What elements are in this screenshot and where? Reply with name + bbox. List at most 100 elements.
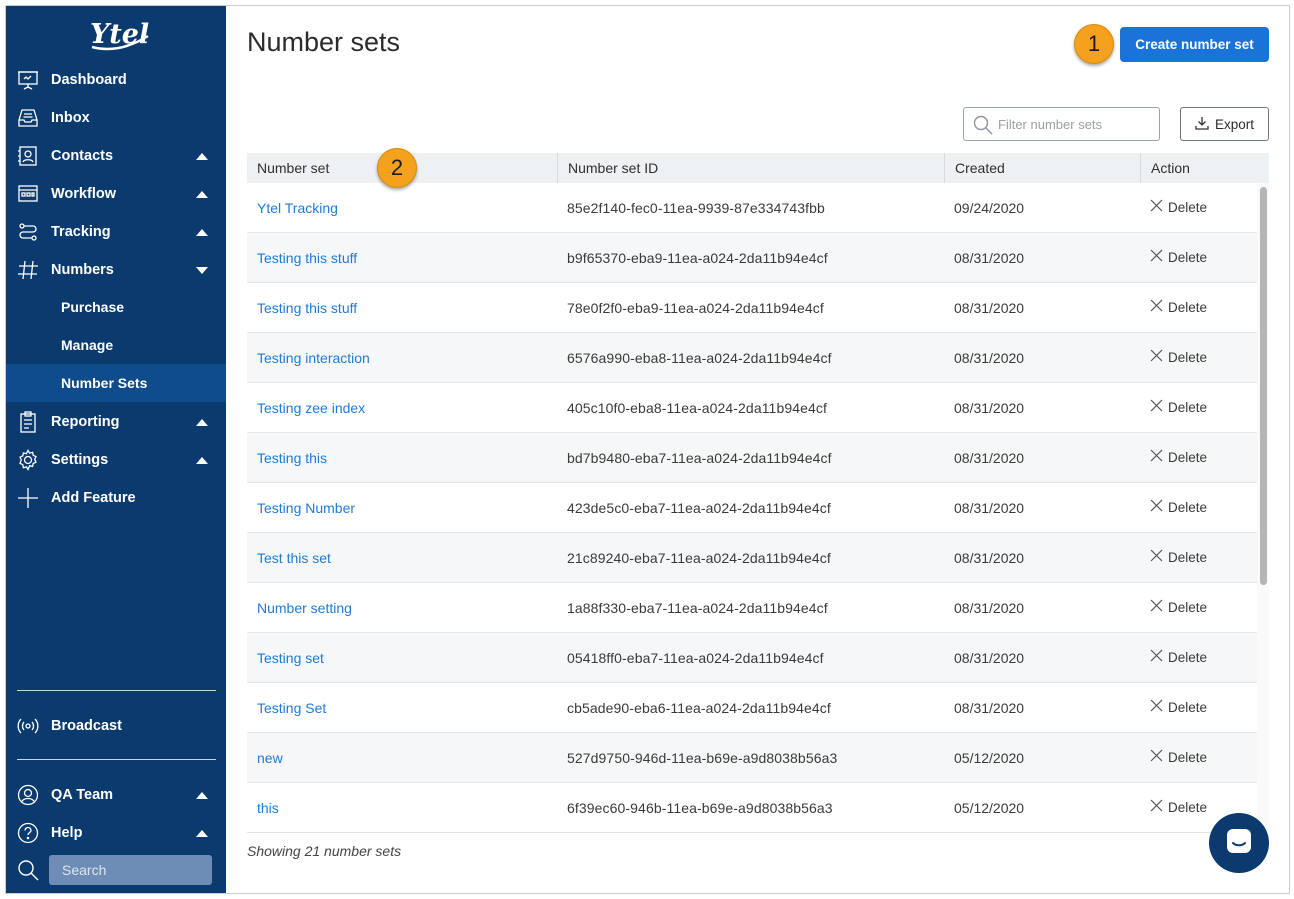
created-date: 08/31/2020 (954, 300, 1025, 316)
number-set-link[interactable]: new (257, 733, 283, 783)
delete-label: Delete (1168, 350, 1208, 365)
delete-button[interactable]: Delete (1150, 583, 1207, 633)
tracking-icon (17, 221, 39, 243)
number-set-link[interactable]: Testing this stuff (257, 233, 357, 283)
table-row: this 6f39ec60-946b-11ea-b69e-a9d8038b56a3… (247, 783, 1257, 833)
chevron-up-icon (196, 791, 208, 799)
sidebar-item-label: Number Sets (61, 375, 148, 391)
delete-button[interactable]: Delete (1150, 633, 1207, 683)
sidebar-item-team[interactable]: QA Team (6, 776, 226, 814)
delete-button[interactable]: Delete (1150, 333, 1207, 383)
created-date: 09/24/2020 (954, 200, 1025, 216)
scrollbar-thumb[interactable] (1260, 187, 1267, 585)
close-icon (1150, 433, 1163, 483)
close-icon (1150, 183, 1163, 233)
number-set-id: 85e2f140-fec0-11ea-9939-87e334743fbb (567, 200, 825, 216)
sidebar-item-label: Add Feature (51, 490, 136, 506)
sidebar-search-input[interactable] (49, 855, 212, 885)
sidebar-item-workflow[interactable]: Workflow (6, 175, 226, 213)
sidebar-item-help[interactable]: Help (6, 814, 226, 852)
delete-label: Delete (1168, 400, 1208, 415)
sidebar: Ytel Dashboard Inbox Contacts Workflow T… (6, 6, 226, 893)
sidebar-divider (17, 759, 216, 760)
delete-label: Delete (1168, 800, 1208, 815)
delete-button[interactable]: Delete (1150, 283, 1207, 333)
created-date: 08/31/2020 (954, 350, 1025, 366)
plus-icon (17, 487, 39, 509)
delete-button[interactable]: Delete (1150, 533, 1207, 583)
delete-button[interactable]: Delete (1150, 233, 1207, 283)
app-window: Ytel Dashboard Inbox Contacts Workflow T… (5, 5, 1290, 894)
delete-button[interactable]: Delete (1150, 183, 1207, 233)
number-set-link[interactable]: Testing this stuff (257, 283, 357, 333)
sidebar-item-numbers[interactable]: Numbers (6, 251, 226, 289)
sidebar-subitem-purchase[interactable]: Purchase (6, 288, 226, 326)
delete-label: Delete (1168, 650, 1208, 665)
chat-icon (1224, 826, 1254, 861)
clipboard-icon (17, 411, 39, 433)
sidebar-item-label: Settings (51, 452, 109, 468)
sidebar-item-label: Workflow (51, 186, 116, 202)
chevron-down-icon (196, 266, 208, 274)
delete-button[interactable]: Delete (1150, 683, 1207, 733)
number-set-link[interactable]: Testing this (257, 433, 327, 483)
export-label: Export (1214, 116, 1255, 132)
ytel-logo[interactable]: Ytel (84, 14, 154, 54)
sidebar-subitem-manage[interactable]: Manage (6, 326, 226, 364)
number-set-link[interactable]: Test this set (257, 533, 331, 583)
search-icon (973, 115, 993, 140)
close-icon (1150, 583, 1163, 633)
sidebar-subitem-number-sets[interactable]: Number Sets (6, 364, 226, 402)
filter-number-sets-input[interactable] (998, 114, 1153, 134)
number-set-link[interactable]: Testing zee index (257, 383, 365, 433)
number-set-link[interactable]: Number setting (257, 583, 352, 633)
sidebar-item-contacts[interactable]: Contacts (6, 137, 226, 175)
sidebar-item-label: Inbox (51, 110, 90, 126)
close-icon (1150, 633, 1163, 683)
create-number-set-button[interactable]: Create number set (1120, 27, 1269, 62)
created-date: 08/31/2020 (954, 550, 1025, 566)
number-set-id: 405c10f0-eba8-11ea-a024-2da11b94e4cf (567, 400, 827, 416)
sidebar-item-settings[interactable]: Settings (6, 441, 226, 479)
sidebar-item-broadcast[interactable]: Broadcast (6, 707, 226, 745)
number-set-link[interactable]: Testing interaction (257, 333, 370, 383)
number-set-link[interactable]: Testing Set (257, 683, 326, 733)
created-date: 08/31/2020 (954, 250, 1025, 266)
table-row: Testing this bd7b9480-eba7-11ea-a024-2da1… (247, 433, 1257, 483)
sidebar-item-dashboard[interactable]: Dashboard (6, 61, 226, 99)
sidebar-item-label: Numbers (51, 262, 114, 278)
number-set-link[interactable]: Testing Number (257, 483, 355, 533)
sidebar-item-label: Help (51, 825, 83, 841)
number-set-id: 05418ff0-eba7-11ea-a024-2da11b94e4cf (567, 650, 824, 666)
delete-button[interactable]: Delete (1150, 733, 1207, 783)
delete-button[interactable]: Delete (1150, 483, 1207, 533)
delete-label: Delete (1168, 500, 1208, 515)
chat-launcher-button[interactable] (1209, 813, 1269, 873)
filter-box (963, 107, 1160, 141)
column-header-created[interactable]: Created (944, 153, 1140, 183)
number-set-link[interactable]: Ytel Tracking (257, 183, 338, 233)
delete-label: Delete (1168, 200, 1208, 215)
created-date: 08/31/2020 (954, 700, 1025, 716)
delete-button[interactable]: Delete (1150, 383, 1207, 433)
sidebar-item-label: Reporting (51, 414, 120, 430)
delete-button[interactable]: Delete (1150, 433, 1207, 483)
number-set-link[interactable]: Testing set (257, 633, 324, 683)
column-header-number-set-id[interactable]: Number set ID (557, 153, 944, 183)
export-button[interactable]: Export (1180, 107, 1269, 141)
created-date: 08/31/2020 (954, 600, 1025, 616)
delete-button[interactable]: Delete (1150, 783, 1207, 833)
page-title: Number sets (247, 27, 401, 57)
sidebar-item-label: Tracking (51, 224, 111, 240)
sidebar-item-reporting[interactable]: Reporting (6, 403, 226, 441)
table-scrollbar[interactable] (1257, 183, 1269, 843)
delete-label: Delete (1168, 550, 1208, 565)
sidebar-item-inbox[interactable]: Inbox (6, 99, 226, 137)
sidebar-item-add-feature[interactable]: Add Feature (6, 479, 226, 517)
close-icon (1150, 233, 1163, 283)
number-set-link[interactable]: this (257, 783, 279, 833)
sidebar-item-tracking[interactable]: Tracking (6, 213, 226, 251)
created-date: 05/12/2020 (954, 800, 1025, 816)
number-set-id: cb5ade90-eba6-11ea-a024-2da11b94e4cf (567, 700, 831, 716)
table-row: Testing Number 423de5c0-eba7-11ea-a024-2d… (247, 483, 1257, 533)
